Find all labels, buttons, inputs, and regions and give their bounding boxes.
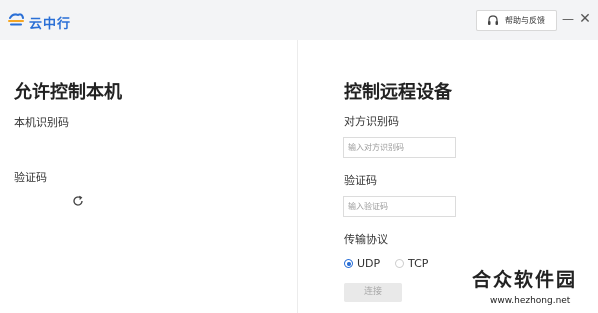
refresh-spinner-icon: [73, 195, 83, 206]
remote-verification-code-label: 验证码: [344, 174, 377, 187]
protocol-option-udp[interactable]: UDP: [344, 257, 380, 270]
protocol-label: 传输协议: [344, 233, 388, 246]
protocol-option-tcp[interactable]: TCP: [395, 257, 428, 270]
connect-button[interactable]: 连接: [344, 283, 402, 302]
peer-code-label: 对方识别码: [344, 115, 399, 128]
panel-divider: [297, 40, 298, 313]
app-title: 云中行: [29, 17, 72, 32]
watermark-url: www.hezhong.net: [490, 296, 571, 306]
help-feedback-button[interactable]: 帮助与反馈: [476, 10, 557, 31]
watermark-title: 合众软件园: [472, 269, 578, 291]
close-button[interactable]: ✕: [578, 11, 592, 27]
udp-radio-label: UDP: [357, 257, 381, 270]
local-verification-code-label: 验证码: [14, 171, 47, 184]
cloud-logo-icon: [8, 13, 24, 26]
allow-control-title: 允许控制本机: [14, 82, 122, 103]
machine-code-label: 本机识别码: [14, 116, 69, 129]
udp-radio[interactable]: [344, 259, 353, 268]
tcp-radio-label: TCP: [408, 257, 429, 270]
minimize-button[interactable]: —: [561, 11, 575, 27]
title-bar: 云中行 帮助与反馈 — ✕: [0, 0, 598, 40]
remote-control-title: 控制远程设备: [344, 82, 452, 103]
tcp-radio[interactable]: [395, 259, 404, 268]
peer-code-input[interactable]: [343, 137, 456, 158]
help-feedback-label: 帮助与反馈: [505, 16, 545, 25]
verification-code-input[interactable]: [343, 196, 456, 217]
headset-icon: [488, 14, 498, 25]
watermark: 合众软件园 www.hezhong.net: [462, 265, 598, 313]
